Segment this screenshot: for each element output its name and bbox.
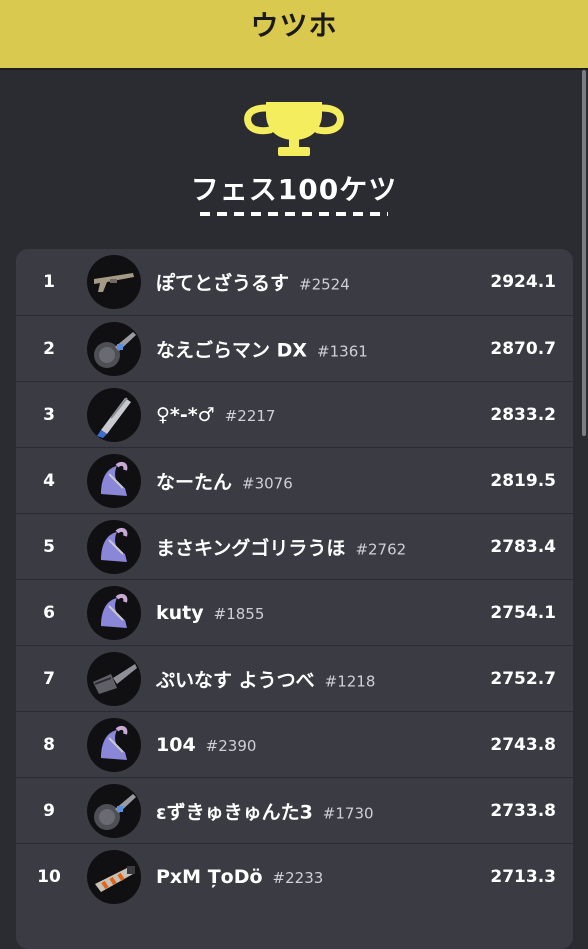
ranking-row[interactable]: 4 なーたん #3076 2819.5 xyxy=(16,447,573,513)
player-score: 2870.7 xyxy=(490,338,556,359)
player-name: ぷいなす ようつべ #1218 xyxy=(156,669,376,691)
ranking-list: 1 ぽてとざうるす #2524 2924.1 2 なえごらマン DX #1361 2… xyxy=(16,249,573,949)
brush-weapon-icon xyxy=(87,651,141,706)
player-tag: #1361 xyxy=(317,342,368,360)
title-divider xyxy=(200,212,388,216)
rank-number: 7 xyxy=(43,668,55,689)
trophy-icon xyxy=(244,102,344,156)
player-score: 2924.1 xyxy=(490,271,556,292)
roller-weapon-icon xyxy=(87,783,141,838)
player-tag: #2762 xyxy=(355,540,407,558)
player-tag: #2524 xyxy=(299,275,350,293)
player-score: 2743.8 xyxy=(490,734,556,755)
player-score: 2833.2 xyxy=(490,404,556,425)
player-name: ぽてとざうるす #2524 xyxy=(156,272,350,294)
stringer-weapon-icon xyxy=(87,717,141,772)
app-header: ウツホ xyxy=(0,0,588,70)
player-tag: #1855 xyxy=(213,604,265,623)
rank-number: 8 xyxy=(43,734,55,755)
scrollbar[interactable] xyxy=(582,70,586,436)
ranking-row[interactable]: 8 104 #2390 2743.8 xyxy=(16,711,573,777)
section-title: フェス100ケツ xyxy=(190,173,398,206)
rank-number: 1 xyxy=(43,271,55,292)
player-tag: #2390 xyxy=(205,736,257,755)
ranking-row[interactable]: 5 まさキングゴリラうほ #2762 2783.4 xyxy=(16,513,573,579)
page-title: ウツホ xyxy=(250,9,338,42)
ranking-row[interactable]: 7 ぷいなす ようつべ #1218 2752.7 xyxy=(16,645,573,711)
player-name: 104 #2390 xyxy=(156,733,257,756)
ranking-row[interactable]: 1 ぽてとざうるす #2524 2924.1 xyxy=(16,249,573,314)
player-name: なーたん #3076 xyxy=(156,471,293,493)
stringer-weapon-icon xyxy=(87,519,141,574)
blaster-weapon-icon xyxy=(87,849,141,904)
splatana-weapon-icon xyxy=(87,387,141,442)
player-score: 2752.7 xyxy=(490,668,556,689)
ranking-row[interactable]: 10 PxM ȚoDö #2233 2713.3 xyxy=(16,843,573,909)
stringer-weapon-icon xyxy=(87,585,141,640)
player-name: kuty #1855 xyxy=(156,601,265,624)
roller-weapon-icon xyxy=(87,321,141,376)
player-tag: #1218 xyxy=(324,672,376,690)
player-score: 2819.5 xyxy=(490,470,556,491)
player-name: まさキングゴリラうほ #2762 xyxy=(156,537,407,559)
rifle-weapon-icon xyxy=(87,254,141,309)
player-tag: #1730 xyxy=(322,804,374,822)
player-name: PxM ȚoDö #2233 xyxy=(156,865,324,888)
rank-number: 9 xyxy=(43,800,55,821)
rank-number: 10 xyxy=(37,866,61,887)
rank-number: 4 xyxy=(43,470,55,491)
player-tag: #3076 xyxy=(242,474,293,492)
rank-number: 5 xyxy=(43,536,55,557)
rank-number: 3 xyxy=(43,404,55,425)
ranking-row[interactable]: 6 kuty #1855 2754.1 xyxy=(16,579,573,645)
player-name: εずきゅきゅんた3 #1730 xyxy=(156,801,374,823)
rank-number: 6 xyxy=(43,602,55,623)
player-score: 2783.4 xyxy=(490,536,556,557)
ranking-row[interactable]: 2 なえごらマン DX #1361 2870.7 xyxy=(16,315,573,381)
player-score: 2713.3 xyxy=(490,866,556,887)
ranking-row[interactable]: 3 ♀*-*♂ #2217 2833.2 xyxy=(16,381,573,447)
player-score: 2754.1 xyxy=(490,602,556,623)
player-tag: #2233 xyxy=(272,868,324,887)
rank-number: 2 xyxy=(43,338,55,359)
player-score: 2733.8 xyxy=(490,800,556,821)
player-name: ♀*-*♂ #2217 xyxy=(156,403,276,426)
player-tag: #2217 xyxy=(224,406,276,425)
ranking-row[interactable]: 9 εずきゅきゅんた3 #1730 2733.8 xyxy=(16,777,573,843)
stringer-weapon-icon xyxy=(87,453,141,508)
player-name: なえごらマン DX #1361 xyxy=(156,339,368,361)
